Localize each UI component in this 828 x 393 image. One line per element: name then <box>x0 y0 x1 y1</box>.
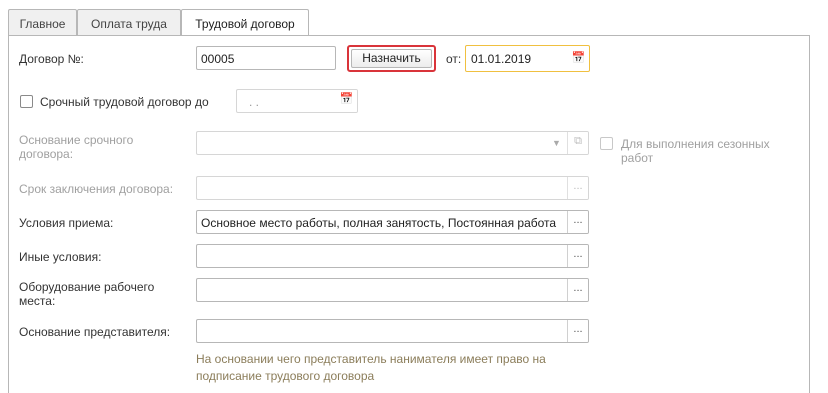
calendar-icon[interactable]: 📅 <box>336 90 357 112</box>
contract-date-input[interactable]: 01.01.2019 📅 <box>465 45 590 72</box>
workplace-label: Оборудование рабочего места: <box>19 280 155 308</box>
tab-main[interactable]: Главное <box>8 9 77 36</box>
date-from-label: от: <box>446 52 462 66</box>
other-conditions-label: Иные условия: <box>19 250 102 264</box>
chevron-down-icon[interactable]: ▼ <box>546 132 567 154</box>
representative-hint: На основании чего представитель нанимате… <box>196 352 546 383</box>
contract-number-input[interactable]: 00005 <box>196 46 336 70</box>
basis-select[interactable]: ▼ ⧉ <box>196 131 589 155</box>
seasonal-checkbox[interactable] <box>600 137 613 150</box>
hiring-conditions-input[interactable]: Основное место работы, полная занятость,… <box>196 210 589 234</box>
ellipsis-icon[interactable]: ... <box>567 279 588 301</box>
fixed-term-date-input[interactable]: . . 📅 <box>236 89 358 113</box>
representative-label: Основание представителя: <box>19 325 171 339</box>
workplace-input[interactable]: ... <box>196 278 589 302</box>
hiring-conditions-value: Основное место работы, полная занятость,… <box>201 216 557 230</box>
fixed-term-checkbox[interactable] <box>20 95 33 108</box>
assign-button-highlight: Назначить <box>347 45 436 72</box>
basis-label: Основание срочного договора: <box>19 133 134 161</box>
seasonal-label: Для выполнения сезонных работ <box>621 137 770 165</box>
contract-number-value: 00005 <box>201 52 235 66</box>
hiring-conditions-label: Условия приема: <box>19 216 114 230</box>
other-conditions-input[interactable]: ... <box>196 244 589 268</box>
ellipsis-icon[interactable]: ... <box>567 245 588 267</box>
tab-label: Оплата труда <box>91 17 167 31</box>
ellipsis-icon[interactable]: ... <box>567 177 588 199</box>
representative-input[interactable]: ... <box>196 319 589 343</box>
ellipsis-icon[interactable]: ... <box>567 211 588 233</box>
tab-label: Главное <box>19 17 66 31</box>
tab-payment[interactable]: Оплата труда <box>77 9 181 36</box>
term-input[interactable]: ... <box>196 176 589 200</box>
term-label: Срок заключения договора: <box>19 182 174 196</box>
tab-employment-contract[interactable]: Трудовой договор <box>181 9 309 37</box>
contract-number-label: Договор №: <box>19 52 84 66</box>
fixed-term-date-placeholder: . . <box>249 95 260 109</box>
tab-label: Трудовой договор <box>195 17 295 31</box>
ellipsis-icon[interactable]: ... <box>567 320 588 342</box>
assign-button[interactable]: Назначить <box>351 49 432 68</box>
open-icon[interactable]: ⧉ <box>567 132 588 154</box>
fixed-term-label: Срочный трудовой договор до <box>40 95 209 109</box>
calendar-icon[interactable]: 📅 <box>568 46 589 71</box>
contract-date-value: 01.01.2019 <box>471 52 532 66</box>
